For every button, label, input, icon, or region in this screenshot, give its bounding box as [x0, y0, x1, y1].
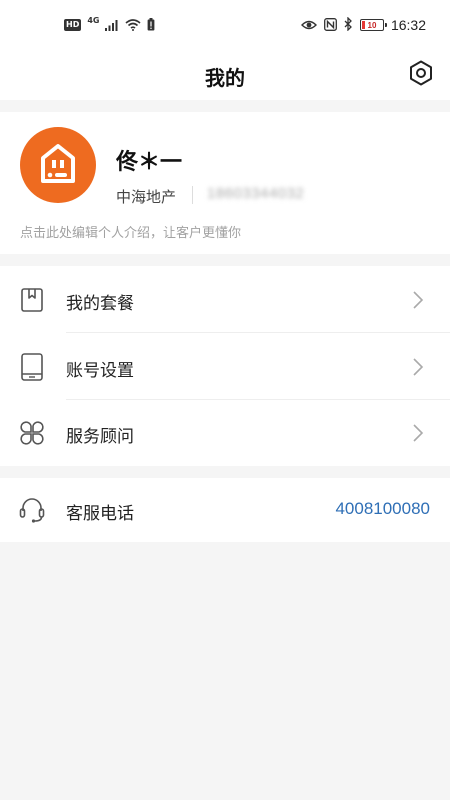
- menu-list: 我的套餐 账号设置 服务顾问: [0, 266, 450, 466]
- eye-icon: [300, 16, 317, 35]
- divider: [192, 186, 193, 204]
- user-phone: 18603344032: [207, 185, 305, 202]
- wifi-icon: [125, 16, 142, 35]
- chevron-right-icon: [412, 357, 424, 377]
- menu-item-label: 服务顾问: [66, 427, 134, 447]
- status-left: HD 4G: [64, 16, 155, 34]
- customer-service-label: 客服电话: [66, 504, 134, 524]
- menu-item-service-advisor[interactable]: 服务顾问: [0, 399, 450, 466]
- low-battery-alert-icon: [147, 16, 155, 35]
- settings-button[interactable]: [406, 60, 436, 90]
- network-type: 4G: [87, 16, 100, 25]
- status-time: 16:32: [390, 17, 426, 33]
- customer-service-phone[interactable]: 4008100080: [335, 499, 430, 519]
- chevron-right-icon: [412, 423, 424, 443]
- menu-item-label: 账号设置: [66, 361, 134, 381]
- profile-card[interactable]: 佟＊一 中海地产 18603344032 点击此处编辑个人介绍，让客户更懂你: [0, 112, 450, 254]
- avatar[interactable]: [20, 127, 96, 203]
- menu-item-label: 我的套餐: [66, 294, 134, 314]
- bookmark-book-icon: [18, 286, 46, 314]
- signal-icon: [105, 16, 119, 35]
- clover-icon: [18, 419, 46, 447]
- status-bar: HD 4G 10 16:32: [0, 0, 450, 50]
- battery-level: 10: [367, 20, 377, 30]
- house-logo-icon: [36, 141, 80, 189]
- bluetooth-icon: [344, 15, 353, 35]
- settings-icon: [408, 60, 434, 90]
- tablet-icon: [18, 353, 46, 381]
- intro-edit-hint[interactable]: 点击此处编辑个人介绍，让客户更懂你: [20, 222, 241, 241]
- status-right: 10 16:32: [300, 15, 426, 35]
- title-bar: 我的: [0, 50, 450, 100]
- company-name: 中海地产: [116, 188, 177, 206]
- page-title: 我的: [205, 66, 245, 90]
- chevron-right-icon: [412, 290, 424, 310]
- menu-item-account-settings[interactable]: 账号设置: [0, 333, 450, 400]
- nfc-icon: [324, 16, 337, 35]
- hd-badge: HD: [64, 19, 82, 31]
- headset-icon: [18, 496, 46, 524]
- battery-icon: 10: [359, 19, 387, 31]
- user-name: 佟＊一: [116, 150, 183, 175]
- menu-item-my-package[interactable]: 我的套餐: [0, 266, 450, 333]
- customer-service-row[interactable]: 客服电话 4008100080: [0, 478, 450, 542]
